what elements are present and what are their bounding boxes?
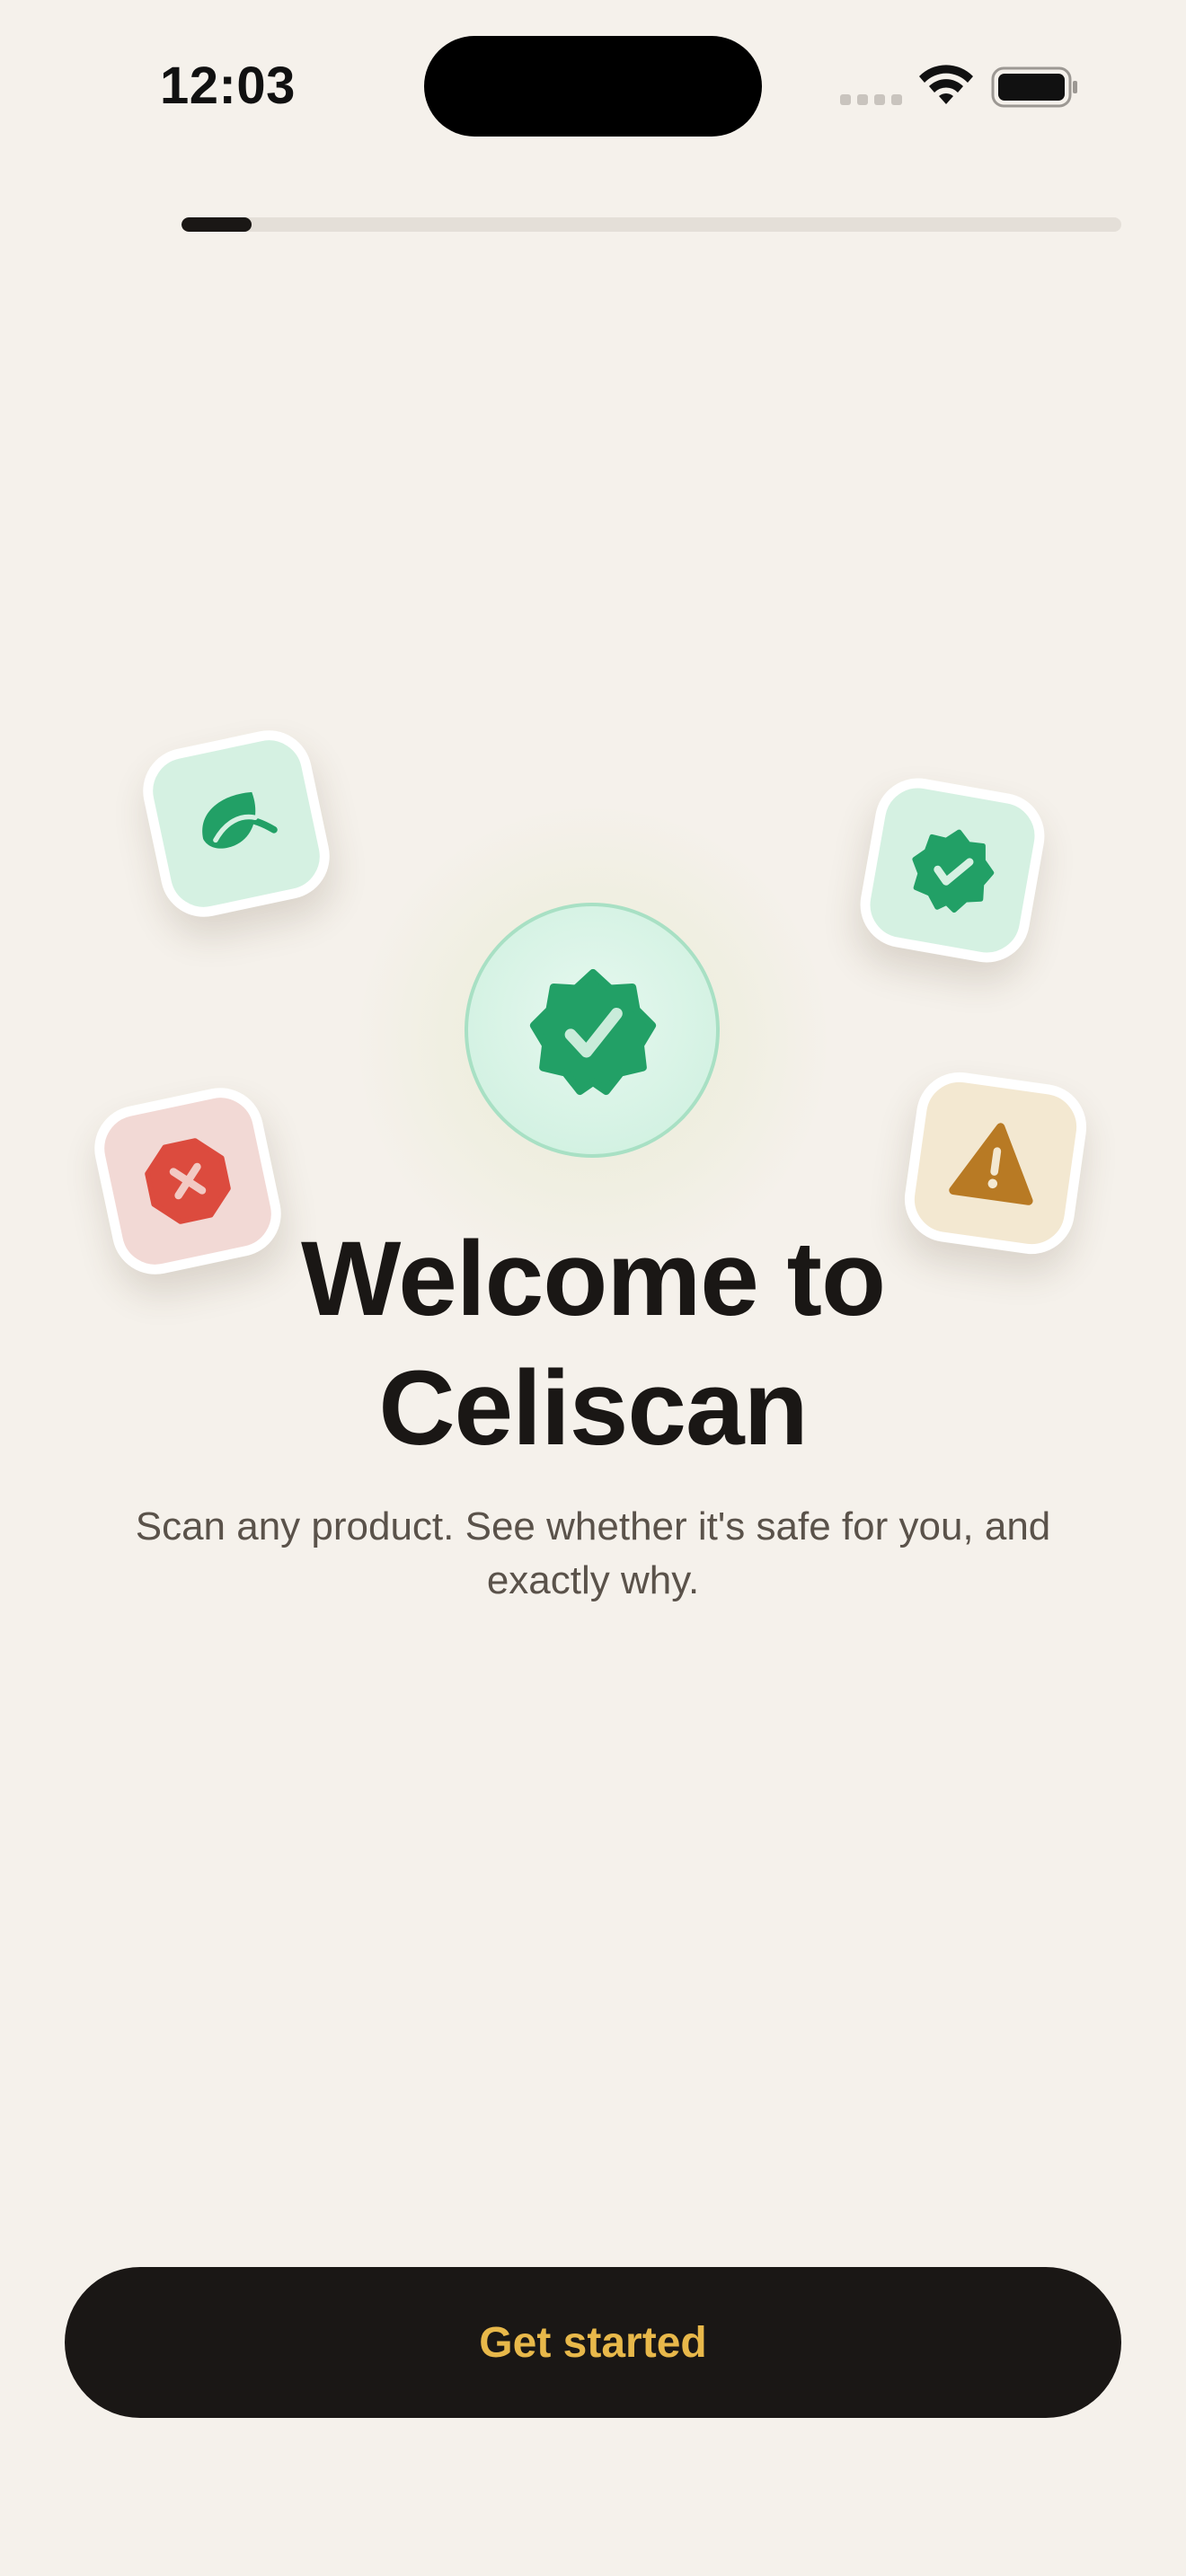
wifi-icon <box>919 65 973 104</box>
title-line-1: Welcome to <box>300 1220 886 1338</box>
get-started-button[interactable]: Get started <box>65 2267 1121 2418</box>
battery-icon <box>991 66 1077 108</box>
onboarding-progress-bar <box>181 217 1121 232</box>
verified-badge-icon <box>529 968 657 1096</box>
verified-badge-tile <box>853 771 1052 970</box>
cellular-signal-icon <box>840 94 902 105</box>
warning-triangle-icon <box>949 1123 1033 1205</box>
title-line-2-app-name: Celiscan <box>378 1349 808 1468</box>
progress-fill <box>181 217 252 232</box>
welcome-subtitle: Scan any product. See whether it's safe … <box>135 1504 1051 1602</box>
verified-badge-small-icon <box>912 829 995 913</box>
status-time: 12:03 <box>160 57 296 115</box>
dynamic-island <box>424 36 762 137</box>
welcome-title: Welcome to Celiscan <box>144 1214 1042 1473</box>
leaf-icon <box>202 791 278 849</box>
leaf-tile <box>135 722 338 925</box>
onboarding-screen: 12:03 Welcome to Celiscan Scan any produ… <box>0 0 1186 2576</box>
